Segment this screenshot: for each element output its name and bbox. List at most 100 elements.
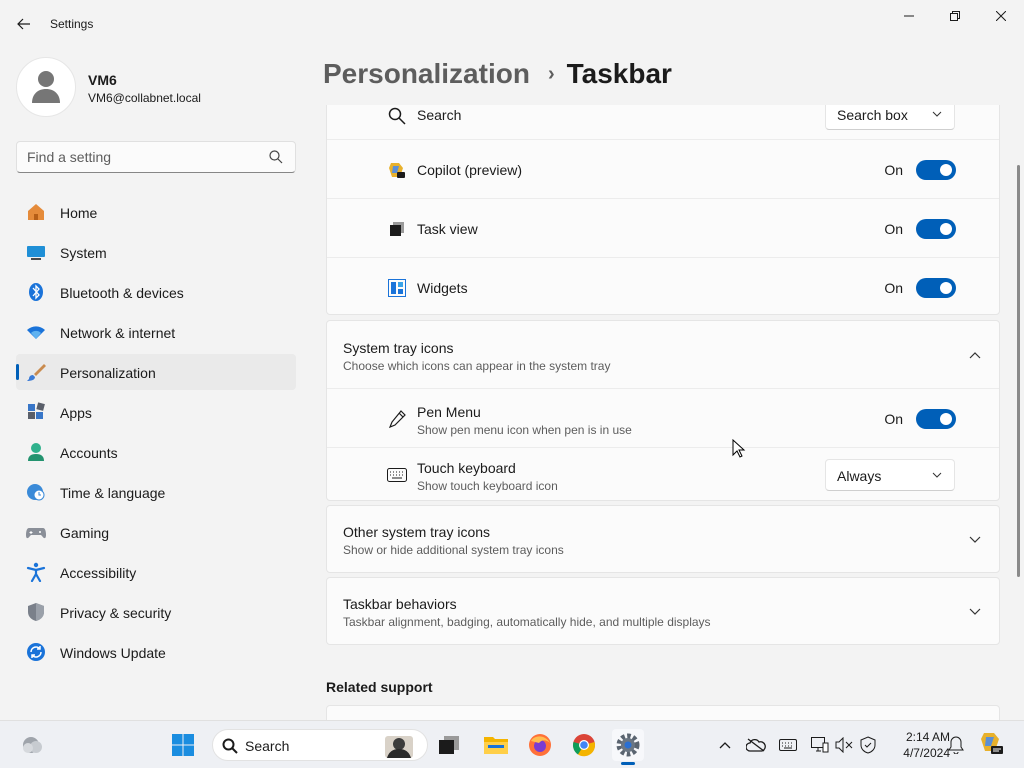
sidebar-item-system[interactable]: System xyxy=(16,234,296,270)
sidebar-item-label: Windows Update xyxy=(60,645,166,661)
chevron-down-icon[interactable] xyxy=(967,532,983,548)
taskbar-firefox[interactable] xyxy=(524,729,556,761)
avatar[interactable] xyxy=(16,57,76,117)
close-icon xyxy=(996,11,1006,21)
pen-menu-label: Pen Menu xyxy=(417,404,481,420)
copilot-icon[interactable] xyxy=(980,731,1004,757)
copilot-state: On xyxy=(884,162,903,178)
sidebar-item-label: System xyxy=(60,245,107,261)
chevron-up-icon[interactable] xyxy=(967,347,983,363)
task-view-label: Task view xyxy=(417,221,478,237)
sidebar-item-bluetooth[interactable]: Bluetooth & devices xyxy=(16,274,296,310)
task-view-row: Task view On xyxy=(327,198,999,257)
volume-muted-icon[interactable] xyxy=(834,735,854,755)
chevron-down-icon xyxy=(932,472,942,478)
behaviors-card[interactable]: Taskbar behaviors Taskbar alignment, bad… xyxy=(326,577,1000,645)
find-setting-box[interactable] xyxy=(16,141,296,173)
minimize-icon xyxy=(904,15,914,17)
system-tray-card: System tray icons Choose which icons can… xyxy=(326,320,1000,501)
breadcrumb: Personalization › Taskbar xyxy=(323,58,672,90)
sidebar-item-label: Accounts xyxy=(60,445,118,461)
breadcrumb-parent[interactable]: Personalization xyxy=(323,58,530,89)
brush-icon xyxy=(26,362,46,382)
accessibility-icon xyxy=(26,562,46,582)
sidebar-item-accounts[interactable]: Accounts xyxy=(16,434,296,470)
restore-button[interactable] xyxy=(932,0,978,32)
close-button[interactable] xyxy=(978,0,1024,32)
taskbar-chrome[interactable] xyxy=(568,729,600,761)
sidebar-item-accessibility[interactable]: Accessibility xyxy=(16,554,296,590)
sidebar-item-personalization[interactable]: Personalization xyxy=(16,354,296,390)
clock-time: 2:14 AM xyxy=(905,730,950,744)
onedrive-icon[interactable] xyxy=(746,735,766,755)
sidebar-item-label: Apps xyxy=(60,405,92,421)
task-view-icon xyxy=(439,736,459,754)
related-support-card[interactable] xyxy=(326,705,1000,720)
other-tray-description: Show or hide additional system tray icon… xyxy=(343,543,564,557)
home-icon xyxy=(26,202,46,222)
sidebar-item-time-language[interactable]: Time & language xyxy=(16,474,296,510)
chevron-down-icon[interactable] xyxy=(967,604,983,620)
find-setting-input[interactable] xyxy=(17,142,257,172)
display-icon[interactable] xyxy=(810,735,830,755)
user-email: VM6@collabnet.local xyxy=(88,91,201,105)
sidebar-item-label: Network & internet xyxy=(60,325,176,341)
behaviors-description: Taskbar alignment, badging, automaticall… xyxy=(343,615,711,629)
touch-keyboard-row: Touch keyboard Show touch keyboard icon … xyxy=(327,447,999,501)
copilot-toggle[interactable] xyxy=(916,160,956,180)
search-row: Search Search box xyxy=(327,105,999,139)
sidebar-item-home[interactable]: Home xyxy=(16,194,296,230)
pen-menu-description: Show pen menu icon when pen is in use xyxy=(417,423,632,437)
other-tray-card[interactable]: Other system tray icons Show or hide add… xyxy=(326,505,1000,573)
security-icon[interactable] xyxy=(858,735,878,755)
system-tray-header[interactable]: System tray icons Choose which icons can… xyxy=(327,321,999,388)
taskbar-task-view[interactable] xyxy=(433,729,465,761)
copilot-row: Copilot (preview) On xyxy=(327,139,999,198)
search-mode-dropdown[interactable]: Search box xyxy=(825,105,955,130)
clock-date: 4/7/2024 xyxy=(903,746,950,760)
breadcrumb-separator: › xyxy=(547,63,555,85)
sidebar-item-apps[interactable]: Apps xyxy=(16,394,296,430)
search-icon xyxy=(387,106,407,126)
widgets-toggle[interactable] xyxy=(916,278,956,298)
touch-keyboard-dropdown[interactable]: Always xyxy=(825,459,955,491)
touch-keyboard-description: Show touch keyboard icon xyxy=(417,479,558,493)
taskbar-file-explorer[interactable] xyxy=(480,729,512,761)
chevron-up-icon[interactable] xyxy=(715,735,735,755)
pen-menu-toggle[interactable] xyxy=(916,409,956,429)
system-tray-title: System tray icons xyxy=(343,340,454,356)
taskbar-search[interactable]: Search xyxy=(212,729,428,761)
user-icon xyxy=(32,71,60,103)
sidebar-item-privacy[interactable]: Privacy & security xyxy=(16,594,296,630)
widgets-state: On xyxy=(884,280,903,296)
weather-widget[interactable] xyxy=(16,729,48,761)
sidebar-item-label: Bluetooth & devices xyxy=(60,285,184,301)
bell-icon[interactable] xyxy=(946,735,966,755)
cloud-icon xyxy=(23,737,42,753)
folder-icon xyxy=(484,737,508,754)
task-view-toggle[interactable] xyxy=(916,219,956,239)
task-view-icon xyxy=(387,219,407,239)
clock[interactable]: 2:14 AM 4/7/2024 xyxy=(886,729,950,761)
keyboard-icon[interactable] xyxy=(778,735,798,755)
search-highlight-icon xyxy=(385,736,413,758)
restore-icon xyxy=(950,11,960,21)
taskbar-settings[interactable] xyxy=(612,729,644,765)
minimize-button[interactable] xyxy=(886,0,932,32)
sidebar-item-network[interactable]: Network & internet xyxy=(16,314,296,350)
back-button[interactable] xyxy=(8,8,40,40)
copilot-icon xyxy=(387,160,407,180)
search-mode-value: Search box xyxy=(837,107,908,123)
widgets-label: Widgets xyxy=(417,280,468,296)
widgets-icon xyxy=(387,278,407,298)
shield-icon xyxy=(26,602,46,622)
sidebar-item-gaming[interactable]: Gaming xyxy=(16,514,296,550)
sidebar-item-label: Gaming xyxy=(60,525,110,541)
widgets-row: Widgets On xyxy=(327,257,999,315)
scrollbar-thumb[interactable] xyxy=(1017,165,1020,577)
search-label: Search xyxy=(417,107,462,123)
start-button[interactable] xyxy=(167,729,199,761)
sidebar-item-windows-update[interactable]: Windows Update xyxy=(16,634,296,670)
sidebar-item-label: Accessibility xyxy=(60,565,137,581)
related-support-heading: Related support xyxy=(326,679,433,695)
